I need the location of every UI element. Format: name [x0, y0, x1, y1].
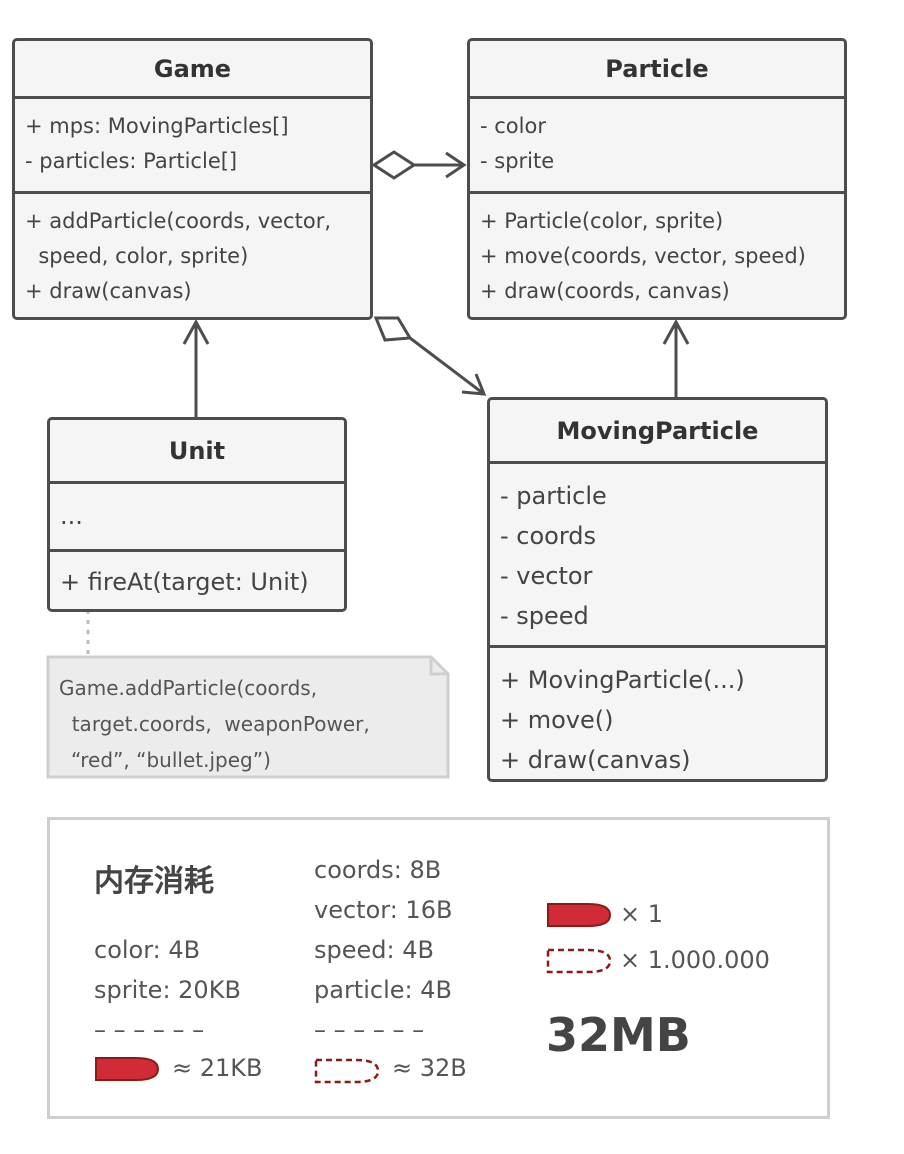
moving-field-size: vector: 16B	[314, 896, 453, 924]
field: - particle	[500, 482, 607, 510]
class-unit-name: Unit	[50, 420, 344, 484]
aggregation-diamond-game-particle	[371, 150, 417, 180]
solid-bullet-icon	[95, 1057, 160, 1081]
class-particle: Particle - color - sprite + Particle(col…	[467, 38, 847, 320]
moving-total-size: ≈ 32B	[392, 1054, 467, 1082]
particle-field-size: sprite: 20KB	[94, 976, 241, 1004]
legend-title: 内存消耗	[94, 864, 214, 899]
field: - vector	[500, 562, 593, 590]
moving-separator: – – – – – –	[314, 1016, 425, 1044]
moving-field-size: coords: 8B	[314, 856, 442, 884]
class-game-methods: + addParticle(coords, vector, speed, col…	[15, 191, 370, 309]
note-text: Game.addParticle(coords, target.coords, …	[59, 670, 370, 778]
class-moving-particle-fields: - particle - coords - vector - speed	[490, 464, 825, 645]
memory-legend: 内存消耗 color: 4B sprite: 20KB – – – – – – …	[47, 817, 830, 1119]
field: + mps: MovingParticles[]	[25, 114, 289, 138]
moving-field-size: particle: 4B	[314, 976, 452, 1004]
field: - particles: Particle[]	[25, 149, 238, 173]
class-game-fields: + mps: MovingParticles[] - particles: Pa…	[15, 99, 370, 191]
method: + move()	[500, 706, 614, 734]
field: ...	[60, 502, 83, 530]
dashed-bullet-icon	[546, 948, 612, 974]
method: + MovingParticle(...)	[500, 666, 745, 694]
field: - speed	[500, 602, 589, 630]
method: + move(coords, vector, speed)	[480, 244, 806, 268]
method: + draw(canvas)	[25, 279, 192, 303]
method: + Particle(color, sprite)	[480, 209, 724, 233]
class-unit: Unit ... + fireAt(target: Unit)	[47, 417, 347, 612]
field: - sprite	[480, 149, 555, 173]
solid-bullet-count: × 1	[620, 900, 664, 928]
note-line: Game.addParticle(coords,	[59, 676, 318, 700]
class-moving-particle: MovingParticle - particle - coords - vec…	[487, 397, 828, 782]
method: speed, color, sprite)	[25, 244, 249, 268]
class-particle-name: Particle	[470, 41, 844, 99]
aggregation-line-game-movingparticle	[409, 336, 485, 396]
moving-field-size: speed: 4B	[314, 936, 434, 964]
code-note: Game.addParticle(coords, target.coords, …	[47, 656, 449, 778]
class-moving-particle-name: MovingParticle	[490, 400, 825, 464]
class-game: Game + mps: MovingParticles[] - particle…	[12, 38, 373, 320]
class-unit-methods: + fireAt(target: Unit)	[50, 549, 344, 602]
note-line: “red”, “bullet.jpeg”)	[71, 748, 271, 772]
field: - coords	[500, 522, 597, 550]
class-particle-methods: + Particle(color, sprite) + move(coords,…	[470, 191, 844, 309]
particle-field-size: color: 4B	[94, 936, 201, 964]
class-moving-particle-methods: + MovingParticle(...) + move() + draw(ca…	[490, 645, 825, 779]
particle-total-size: ≈ 21KB	[172, 1054, 263, 1082]
method: + draw(coords, canvas)	[480, 279, 730, 303]
class-particle-fields: - color - sprite	[470, 99, 844, 191]
class-game-name: Game	[15, 41, 370, 99]
field: - color	[480, 114, 546, 138]
particle-separator: – – – – – –	[94, 1016, 205, 1044]
class-unit-fields: ...	[50, 484, 344, 549]
method: + draw(canvas)	[500, 746, 691, 774]
dashed-bullet-count: × 1.000.000	[620, 946, 770, 974]
method: + addParticle(coords, vector,	[25, 209, 331, 233]
method: + fireAt(target: Unit)	[60, 568, 309, 596]
dashed-bullet-icon	[314, 1058, 380, 1084]
note-line: target.coords, weaponPower,	[59, 712, 370, 736]
solid-bullet-icon	[547, 903, 612, 927]
total-memory: 32MB	[546, 1008, 691, 1062]
aggregation-diamond-game-movingparticle	[373, 316, 413, 342]
